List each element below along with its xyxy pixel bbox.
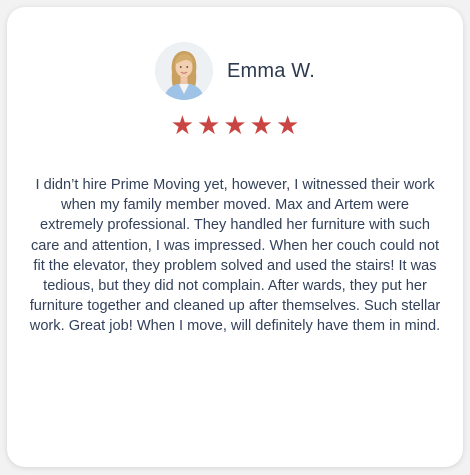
reviewer-header: Emma W. bbox=[7, 41, 463, 101]
review-card: Emma W. ★ ★ ★ ★ ★ I didn’t hire Prime Mo… bbox=[7, 7, 463, 467]
reviewer-avatar bbox=[154, 42, 213, 100]
star-icon: ★ bbox=[275, 111, 300, 141]
star-icon: ★ bbox=[197, 111, 221, 141]
star-icon: ★ bbox=[223, 111, 247, 141]
star-icon: ★ bbox=[249, 111, 273, 141]
star-rating: ★ ★ ★ ★ ★ bbox=[7, 111, 463, 141]
review-text: I didn’t hire Prime Moving yet, however,… bbox=[29, 177, 441, 335]
reviewer-name: Emma W. bbox=[226, 59, 316, 82]
star-icon: ★ bbox=[170, 111, 195, 141]
person-avatar-icon bbox=[154, 42, 213, 100]
